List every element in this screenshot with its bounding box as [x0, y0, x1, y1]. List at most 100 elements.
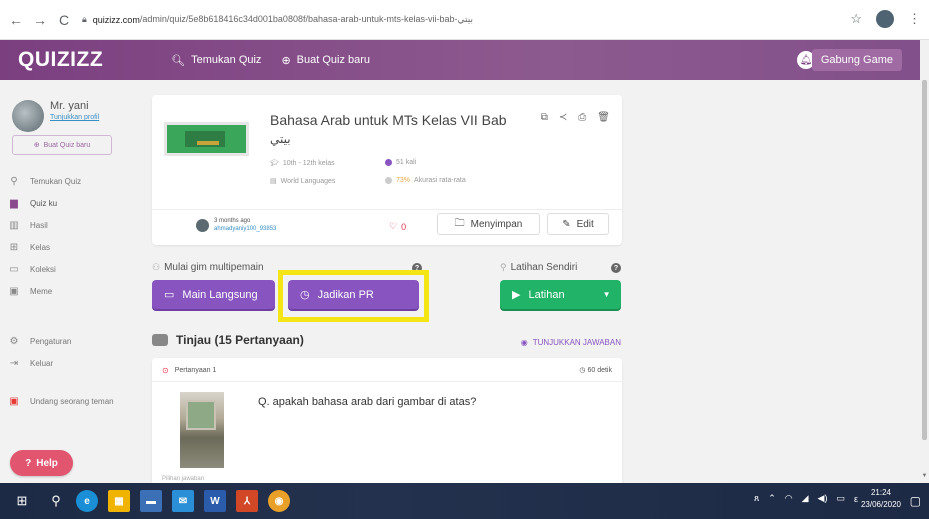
- quiz-grade: 🎓︎ 10th - 12th kelas: [270, 159, 335, 168]
- copy-icon[interactable]: ⧉: [541, 112, 548, 123]
- edit-button[interactable]: ✎ Edit: [547, 213, 609, 235]
- chrome-icon[interactable]: ◉: [268, 490, 290, 512]
- create-quiz-link[interactable]: ⊕ Buat Quiz baru: [281, 54, 370, 67]
- author-time-ago: 3 months ago: [214, 218, 251, 224]
- quiz-actions: ⧉ ≺ ⎙ 🗑︎: [541, 112, 610, 123]
- user-avatar[interactable]: [12, 100, 44, 132]
- quiz-thumbnail: [164, 122, 249, 156]
- sidebar-item-collections[interactable]: ▭ Koleksi: [8, 264, 56, 275]
- edge-icon[interactable]: e: [76, 490, 98, 512]
- author-avatar[interactable]: [196, 219, 209, 232]
- chevron-up-icon[interactable]: ⌃: [768, 493, 776, 504]
- mail-icon[interactable]: ✉: [172, 490, 194, 512]
- show-answers-label: TUNJUKKAN JAWABAN: [532, 338, 621, 347]
- delete-icon[interactable]: 🗑︎: [597, 112, 610, 123]
- wifi-icon[interactable]: ◢: [802, 493, 809, 504]
- gift-icon: ▣: [9, 396, 19, 407]
- like-count: 0: [401, 221, 407, 232]
- live-game-button[interactable]: ▭ Main Langsung: [152, 280, 275, 309]
- forward-icon[interactable]: →: [30, 10, 50, 30]
- quiz-plays: 51 kali: [385, 159, 416, 166]
- sidebar-create-quiz-label: Buat Quiz baru: [43, 141, 91, 149]
- chevron-down-icon[interactable]: ▼: [603, 290, 611, 299]
- sidebar-item-label: Temukan Quiz: [30, 177, 82, 186]
- plays-label: 51 kali: [396, 159, 417, 166]
- scroll-down-arrow-icon[interactable]: ▼: [921, 473, 928, 479]
- sidebar-item-results[interactable]: ▥ Hasil: [8, 220, 48, 231]
- review-icon: [152, 334, 168, 346]
- sidebar: Mr. yani Tunjukkan profil ⊕ Buat Quiz ba…: [0, 80, 140, 483]
- solo-section-label: ⚲ Latihan Sendiri: [500, 262, 577, 273]
- review-title: Tinjau (15 Pertanyaan): [176, 333, 304, 347]
- sidebar-item-label: Kelas: [30, 243, 51, 252]
- browser-menu-icon[interactable]: ⋮: [908, 11, 921, 27]
- play-icon: ▶: [512, 289, 521, 301]
- join-game-button[interactable]: Gabung Game: [811, 49, 902, 71]
- scrollbar-thumb[interactable]: [922, 80, 927, 440]
- sidebar-item-label: Koleksi: [30, 265, 56, 274]
- print-icon[interactable]: ⎙: [578, 112, 586, 123]
- sidebar-item-my-quiz[interactable]: ▆ Quiz ku: [8, 198, 57, 209]
- windows-taskbar: ⊞ ⚲ e ▦ ▬ ✉ W ⅄ ◉ ጸ ⌃ ◠ ◢ ◀) ▭ ε 21:24 2…: [0, 483, 929, 519]
- sidebar-item-logout[interactable]: ⇥ Keluar: [8, 358, 53, 369]
- reload-icon[interactable]: C: [54, 10, 74, 30]
- sidebar-create-quiz-button[interactable]: ⊕ Buat Quiz baru: [12, 135, 112, 155]
- question-image[interactable]: [180, 392, 224, 468]
- question-number: ⊙ Pertanyaan 1: [162, 366, 216, 375]
- show-answers-toggle[interactable]: ◉ TUNJUKKAN JAWABAN: [521, 338, 621, 347]
- sidebar-item-classes[interactable]: ⊞ Kelas: [8, 242, 50, 253]
- like-button[interactable]: ♡ 0: [389, 221, 406, 232]
- solo-info-icon[interactable]: ?: [611, 263, 621, 273]
- sidebar-item-label: Quiz ku: [30, 199, 58, 208]
- word-icon[interactable]: W: [204, 490, 226, 512]
- pdf-icon[interactable]: ⅄: [236, 490, 258, 512]
- language-icon[interactable]: ε: [854, 494, 858, 504]
- store-icon[interactable]: ▦: [108, 490, 130, 512]
- browser-profile-avatar[interactable]: [876, 10, 894, 28]
- thumbnail-banner: [197, 141, 219, 145]
- accuracy-percent: 73%: [396, 177, 411, 184]
- keyboard-icon[interactable]: ▭: [836, 493, 845, 504]
- address-bar[interactable]: 🔒︎ quizizz.com /admin/quiz/5e8b618416c34…: [82, 8, 872, 32]
- search-icon: ⚲: [10, 176, 18, 187]
- quiz-subject: ▤ World Languages: [270, 177, 335, 186]
- multiplayer-label: Mulai gim multipemain: [164, 262, 264, 273]
- help-circle-icon: ?: [25, 457, 32, 469]
- grade-label: 10th - 12th kelas: [282, 159, 335, 167]
- practice-button[interactable]: ▶ Latihan ▼: [500, 280, 621, 309]
- share-icon[interactable]: ≺: [559, 112, 567, 123]
- question-time: ◷ 60 detik: [579, 366, 612, 374]
- accuracy-label: Akurasi rata-rata: [414, 177, 466, 184]
- sidebar-item-invite[interactable]: ▣ Undang seorang teman: [8, 396, 113, 407]
- clock-time: 21:24: [870, 488, 891, 497]
- sidebar-item-memes[interactable]: ▣ Meme: [8, 286, 52, 297]
- notification-center-icon[interactable]: ▢: [910, 494, 921, 508]
- back-icon[interactable]: ←: [6, 10, 26, 30]
- create-quiz-label: Buat Quiz baru: [296, 54, 371, 66]
- answer-options-label: Pilihan jawaban: [162, 476, 205, 482]
- folder-icon: ▭: [9, 264, 19, 275]
- image-icon: ▣: [9, 286, 19, 297]
- windows-start-icon[interactable]: ⊞: [12, 491, 32, 511]
- search-quiz-link[interactable]: 🔍︎ Temukan Quiz: [171, 54, 261, 67]
- quizizz-logo[interactable]: QUIZIZZ: [18, 48, 103, 72]
- file-manager-icon[interactable]: ▬: [140, 490, 162, 512]
- bookmark-star-icon[interactable]: ☆: [850, 11, 862, 27]
- live-game-label: Main Langsung: [182, 288, 258, 301]
- heart-icon: ♡: [389, 221, 398, 231]
- help-button[interactable]: ? Help: [10, 450, 73, 476]
- people-icon[interactable]: ጸ: [754, 493, 759, 504]
- volume-icon[interactable]: ◀): [818, 493, 828, 504]
- search-icon[interactable]: ⚲: [46, 491, 66, 511]
- sidebar-item-settings[interactable]: ⚙ Pengaturan: [8, 336, 72, 347]
- author-name-link[interactable]: ahmadyaniy100_93853: [214, 226, 276, 232]
- show-profile-link[interactable]: Tunjukkan profil: [50, 114, 99, 121]
- network-icon[interactable]: ◠: [785, 493, 793, 504]
- taskbar-clock[interactable]: 21:24 23/06/2020: [861, 487, 901, 511]
- question-number-label: Pertanyaan 1: [174, 367, 217, 374]
- sidebar-item-search[interactable]: ⚲ Temukan Quiz: [8, 176, 81, 187]
- sidebar-item-label: Hasil: [30, 221, 48, 230]
- grade-cap-icon: 🎓︎: [270, 160, 279, 167]
- save-button[interactable]: 🗀︎ Menyimpan: [437, 213, 540, 235]
- clock-date: 23/06/2020: [860, 500, 901, 509]
